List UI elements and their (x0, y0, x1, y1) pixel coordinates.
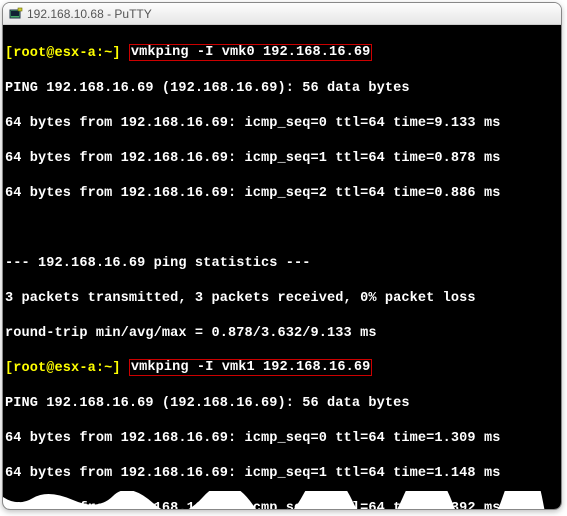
terminal-output[interactable]: [root@esx-a:~] vmkping -I vmk0 192.168.1… (3, 25, 561, 509)
shell-prompt: [root@esx-a:~] (5, 46, 121, 61)
ping-stats: 3 packets transmitted, 3 packets receive… (3, 290, 561, 308)
shell-prompt: [root@esx-a:~] (5, 361, 121, 376)
ping-header: PING 192.168.16.69 (192.168.16.69): 56 d… (3, 395, 561, 413)
titlebar-text: 192.168.10.68 - PuTTY (27, 7, 152, 21)
ping-reply: 64 bytes from 192.168.16.69: icmp_seq=2 … (3, 185, 561, 203)
ping-stats-header: --- 192.168.16.69 ping statistics --- (3, 255, 561, 273)
ping-header: PING 192.168.16.69 (192.168.16.69): 56 d… (3, 80, 561, 98)
putty-icon (9, 7, 23, 21)
command-highlighted: vmkping -I vmk0 192.168.16.69 (129, 44, 372, 61)
command-highlighted: vmkping -I vmk1 192.168.16.69 (129, 359, 372, 376)
ping-reply: 64 bytes from 192.168.16.69: icmp_seq=1 … (3, 150, 561, 168)
ping-reply: 64 bytes from 192.168.16.69: icmp_seq=0 … (3, 115, 561, 133)
putty-window: 192.168.10.68 - PuTTY [root@esx-a:~] vmk… (2, 2, 562, 510)
blank-line (3, 220, 561, 238)
ping-reply: 64 bytes from 192.168.16.69: icmp_seq=1 … (3, 465, 561, 483)
ping-reply: 64 bytes from 192.168.16.69: icmp_seq=2 … (3, 500, 561, 510)
ping-reply: 64 bytes from 192.168.16.69: icmp_seq=0 … (3, 430, 561, 448)
ping-stats: round-trip min/avg/max = 0.878/3.632/9.1… (3, 325, 561, 343)
titlebar[interactable]: 192.168.10.68 - PuTTY (3, 3, 561, 25)
